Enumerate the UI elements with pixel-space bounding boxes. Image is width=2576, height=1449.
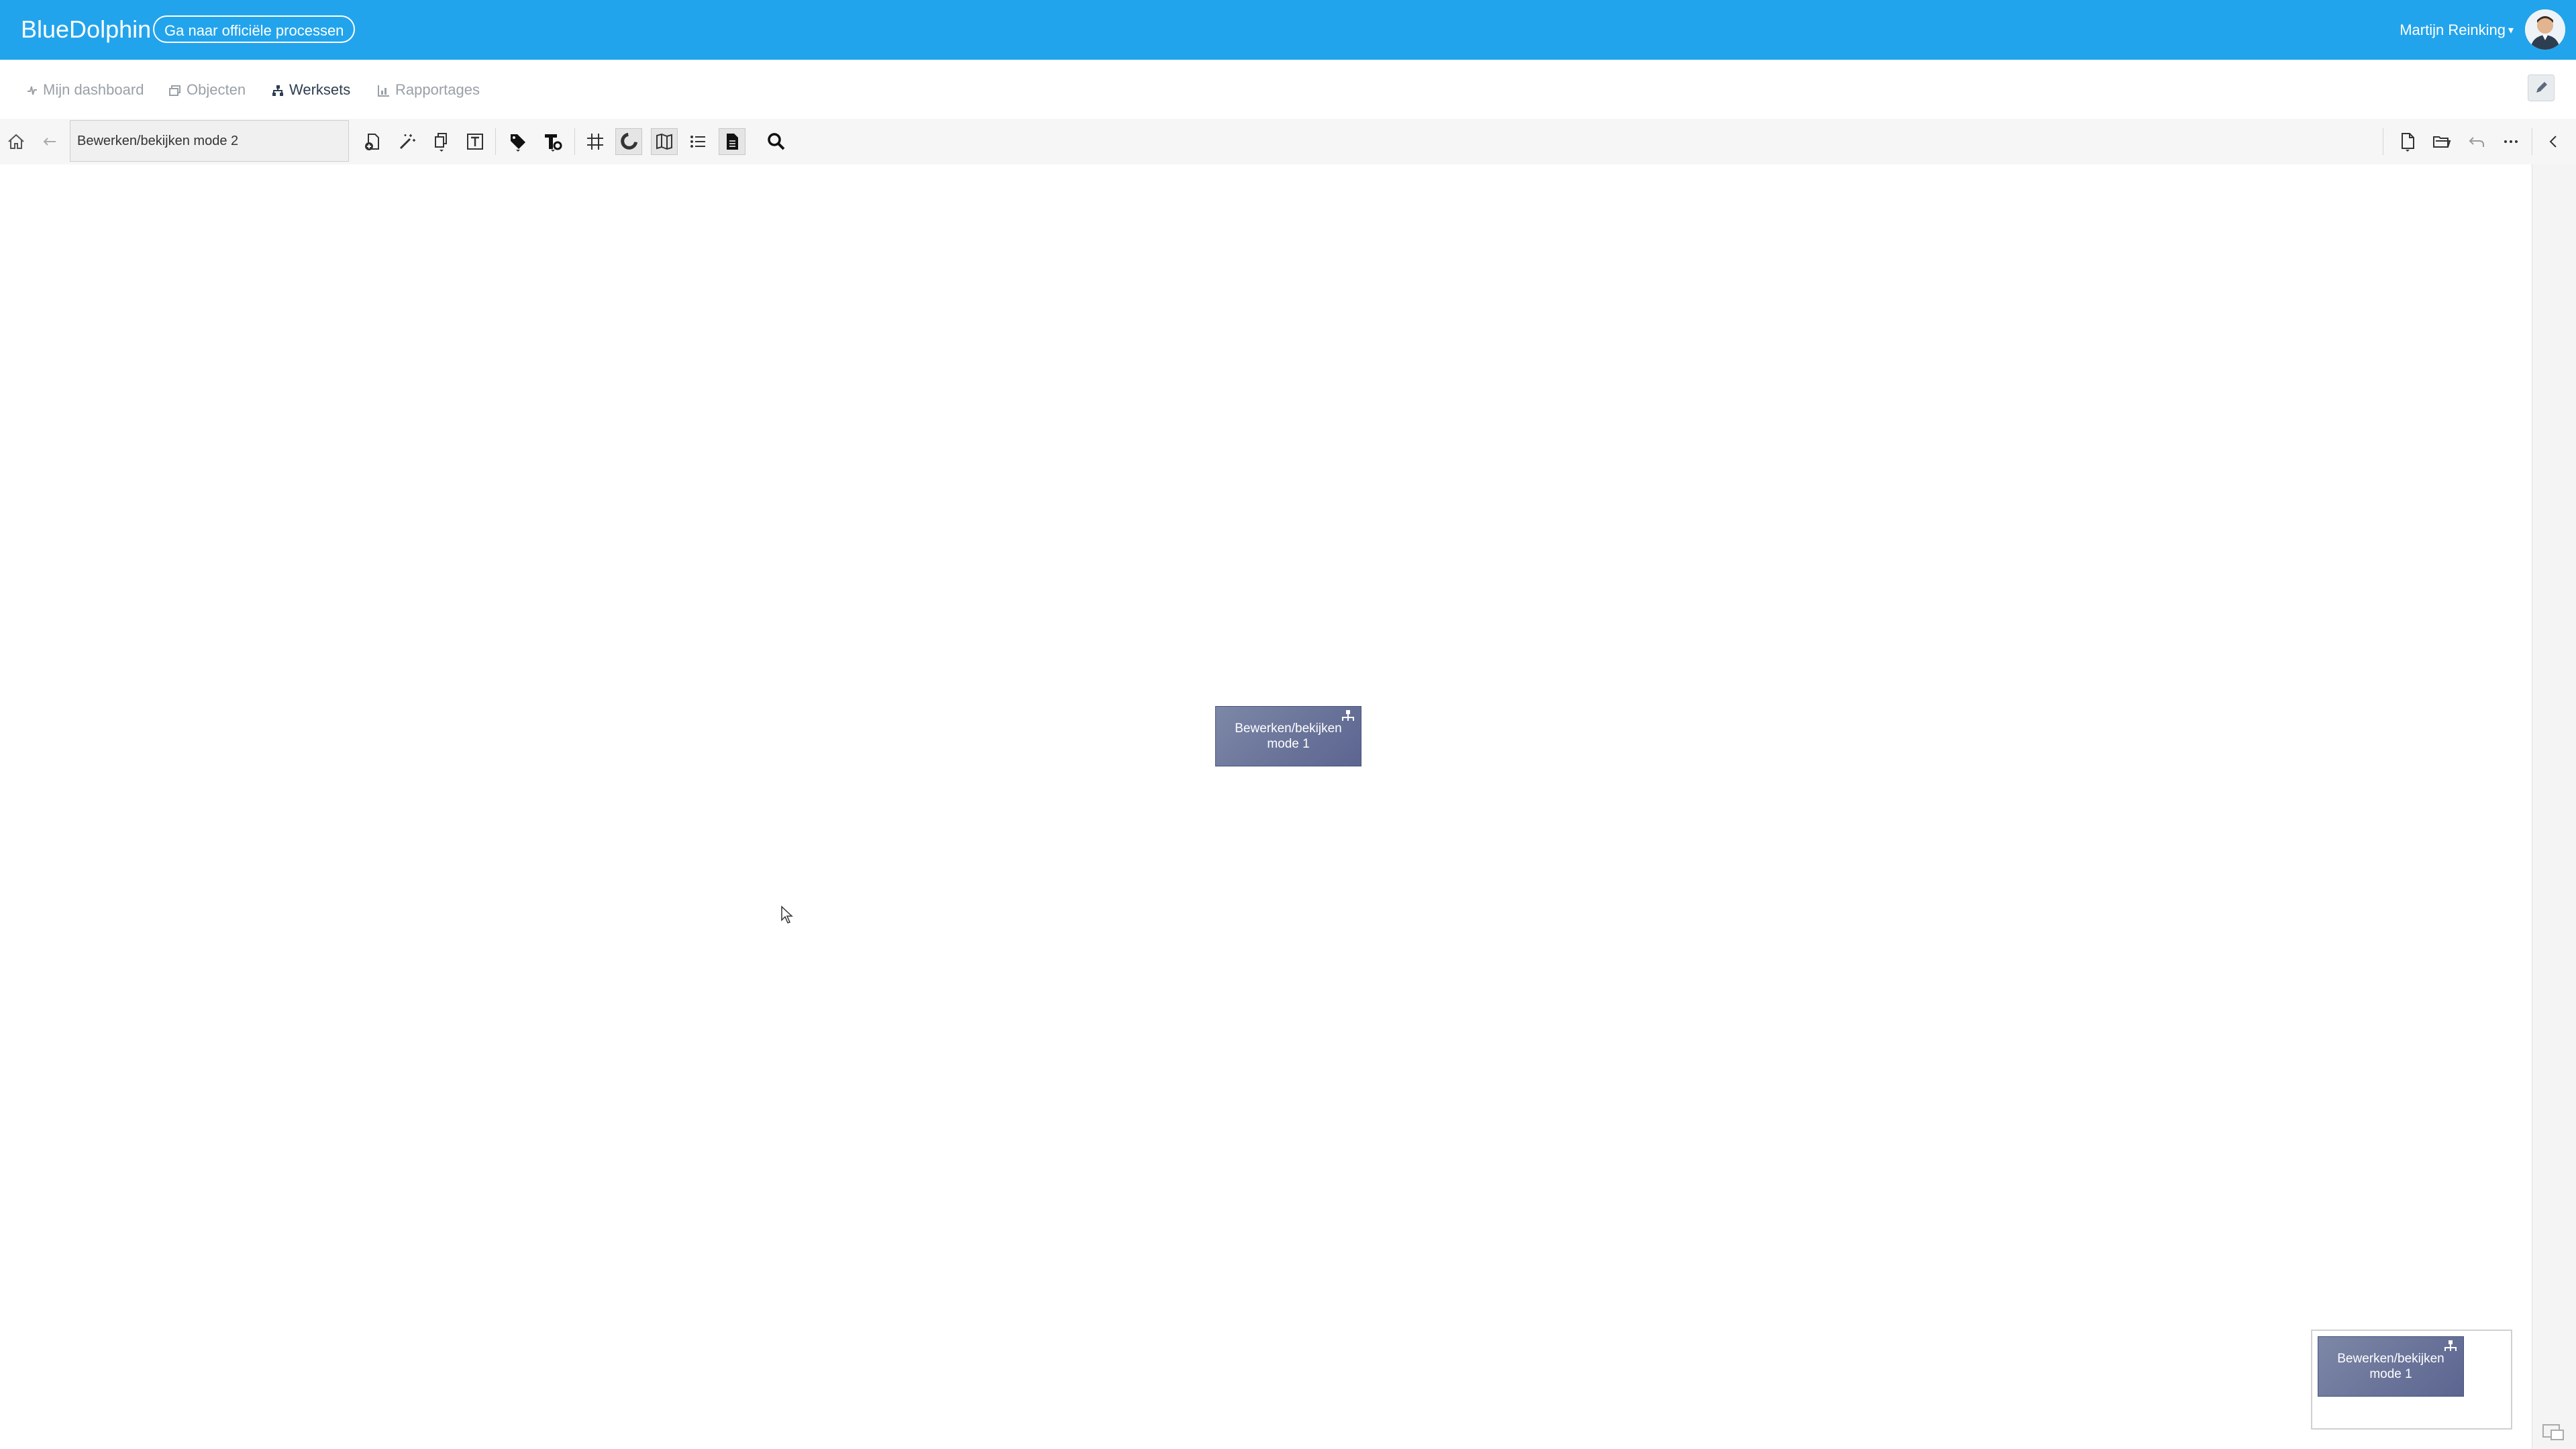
official-processes-button[interactable]: Ga naar officiële processen bbox=[153, 15, 356, 43]
add-object-icon bbox=[365, 134, 379, 150]
grid-icon bbox=[587, 134, 603, 150]
text-tool-icon bbox=[467, 134, 483, 150]
open-folder-button[interactable] bbox=[2428, 128, 2455, 155]
node-label: Bewerken/bekijken mode 1 bbox=[1235, 721, 1342, 751]
copy-button[interactable] bbox=[428, 128, 455, 155]
home-icon bbox=[8, 134, 24, 149]
snap-button[interactable] bbox=[615, 128, 642, 155]
app-header: BlueDolphin Ga naar officiële processen … bbox=[0, 0, 2576, 60]
home-button[interactable] bbox=[3, 128, 30, 155]
caret-down-icon: ▾ bbox=[2508, 25, 2514, 36]
brand-logo[interactable]: BlueDolphin bbox=[21, 15, 151, 44]
more-button[interactable] bbox=[2497, 128, 2524, 155]
undo-icon bbox=[2469, 137, 2484, 147]
open-folder-icon bbox=[2433, 136, 2451, 148]
nav-item-label: Mijn dashboard bbox=[43, 81, 144, 98]
avatar[interactable] bbox=[2525, 9, 2565, 50]
collapse-panel-button[interactable] bbox=[2540, 128, 2567, 155]
minimap-toggle-icon[interactable] bbox=[2542, 1422, 2565, 1441]
nav-item-objects[interactable]: Objecten bbox=[169, 81, 246, 99]
search-icon bbox=[768, 133, 785, 150]
user-name: Martijn Reinking bbox=[2400, 21, 2506, 38]
magic-wand-icon bbox=[399, 134, 415, 150]
editor-toolbar bbox=[0, 119, 2576, 165]
nav-item-label: Werksets bbox=[289, 81, 351, 98]
document-icon bbox=[727, 134, 738, 150]
edit-mode-button[interactable] bbox=[2528, 74, 2555, 101]
hierarchy-icon bbox=[1342, 710, 1354, 721]
magnet-icon bbox=[621, 132, 638, 150]
hierarchy-icon bbox=[2444, 1340, 2457, 1351]
text-tool-button[interactable] bbox=[462, 128, 488, 155]
view-title-input[interactable] bbox=[70, 120, 349, 162]
grid-button[interactable] bbox=[582, 128, 609, 155]
search-button[interactable] bbox=[763, 128, 790, 155]
minimap[interactable]: Bewerken/bekijken mode 1 bbox=[2311, 1330, 2512, 1430]
minimap-node: Bewerken/bekijken mode 1 bbox=[2318, 1336, 2464, 1397]
nav-item-reports[interactable]: Rapportages bbox=[378, 81, 480, 99]
main-nav: Mijn dashboard Objecten Werksets Rapport… bbox=[0, 60, 2576, 119]
tag-icon bbox=[511, 134, 525, 152]
document-button[interactable] bbox=[719, 128, 745, 155]
back-button[interactable] bbox=[36, 128, 63, 155]
nav-item-label: Objecten bbox=[187, 81, 246, 98]
new-page-button[interactable] bbox=[2394, 128, 2421, 155]
back-arrow-icon bbox=[43, 138, 56, 146]
map-icon bbox=[656, 133, 672, 150]
objects-icon bbox=[169, 85, 181, 96]
side-panel-collapsed[interactable] bbox=[2532, 164, 2576, 1449]
nav-item-label: Rapportages bbox=[395, 81, 480, 98]
nav-item-worksets[interactable]: Werksets bbox=[272, 81, 350, 99]
pencil-icon bbox=[2536, 82, 2547, 93]
minimap-node-label: Bewerken/bekijken mode 1 bbox=[2337, 1352, 2444, 1381]
user-menu[interactable]: Martijn Reinking ▾ bbox=[2400, 21, 2514, 40]
tag-settings-button[interactable] bbox=[539, 128, 566, 155]
workset-icon bbox=[272, 85, 283, 96]
add-object-button[interactable] bbox=[359, 128, 386, 155]
more-icon bbox=[2504, 140, 2518, 143]
list-button[interactable] bbox=[684, 128, 711, 155]
mouse-cursor-icon bbox=[781, 905, 793, 923]
collapse-left-icon bbox=[2549, 136, 2557, 148]
chart-icon bbox=[378, 85, 389, 97]
pulse-icon bbox=[28, 86, 37, 95]
copy-icon bbox=[435, 133, 447, 152]
toolbar-divider bbox=[574, 128, 575, 155]
diagram-node[interactable]: Bewerken/bekijken mode 1 bbox=[1215, 706, 1361, 766]
tag-button[interactable] bbox=[505, 128, 531, 155]
list-icon bbox=[690, 136, 705, 148]
map-button[interactable] bbox=[651, 128, 678, 155]
toolbar-divider bbox=[495, 128, 496, 155]
nav-item-dashboard[interactable]: Mijn dashboard bbox=[27, 81, 144, 99]
diagram-canvas[interactable] bbox=[0, 164, 2532, 1449]
new-page-icon bbox=[2402, 133, 2414, 152]
undo-button[interactable] bbox=[2463, 128, 2490, 155]
tag-settings-icon bbox=[545, 134, 562, 152]
magic-wand-button[interactable] bbox=[393, 128, 420, 155]
